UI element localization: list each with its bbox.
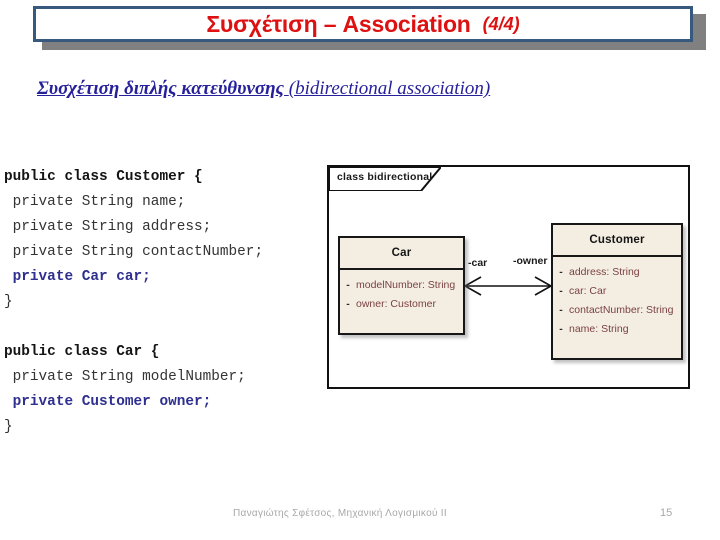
uml-class-customer-attributes: - address: String - car: Car - contactNumber:… xyxy=(553,257,681,345)
code-line: private String address; xyxy=(4,219,212,235)
uml-attribute-visibility: - xyxy=(559,285,563,297)
code-line: private String name; xyxy=(4,194,186,210)
code-line: public class Car { xyxy=(4,344,160,360)
code-line: private Car car; xyxy=(4,269,151,285)
uml-frame-label: class bidirectional xyxy=(337,171,433,183)
title-slide-counter: (4/4) xyxy=(482,13,520,34)
uml-class-car-name: Car xyxy=(340,238,463,270)
title-banner: Συσχέτιση – Association (4/4) xyxy=(33,6,693,42)
uml-attribute-text: contactNumber: String xyxy=(569,304,674,316)
uml-attribute-visibility: - xyxy=(346,298,350,310)
java-code-listing: public class Customer { private String n… xyxy=(4,165,324,440)
code-line: private String contactNumber; xyxy=(4,244,264,260)
uml-attribute-row: - address: String xyxy=(553,263,681,282)
uml-attribute-row: - owner: Customer xyxy=(340,295,463,314)
uml-attribute-visibility: - xyxy=(559,304,563,316)
footer-author-course: Παναγιώτης Σφέτσος, Μηχανική Λογισμικού … xyxy=(233,508,447,519)
uml-attribute-text: name: String xyxy=(569,323,629,335)
uml-attribute-text: car: Car xyxy=(569,285,607,297)
subtitle-english: (bidirectional association) xyxy=(288,78,491,99)
uml-attribute-row: - contactNumber: String xyxy=(553,301,681,320)
code-line: public class Customer { xyxy=(4,169,203,185)
uml-attribute-text: modelNumber: String xyxy=(356,279,456,291)
uml-attribute-text: owner: Customer xyxy=(356,298,436,310)
uml-class-customer-name: Customer xyxy=(553,225,681,257)
uml-attribute-row: - name: String xyxy=(553,320,681,339)
subtitle-greek: Συσχέτιση διπλής κατεύθυνσης xyxy=(37,78,285,99)
uml-frame-tab: class bidirectional xyxy=(329,167,441,191)
uml-attribute-row: - car: Car xyxy=(553,282,681,301)
page-title: Συσχέτιση – Association xyxy=(206,10,471,37)
uml-attribute-row: - modelNumber: String xyxy=(340,276,463,295)
code-line: private Customer owner; xyxy=(4,394,212,410)
section-subtitle: Συσχέτιση διπλής κατεύθυνσης (bidirectio… xyxy=(37,78,490,100)
uml-class-car-attributes: - modelNumber: String - owner: Customer xyxy=(340,270,463,320)
footer-page-number: 15 xyxy=(660,507,673,519)
uml-attribute-text: address: String xyxy=(569,266,640,278)
code-line: private String modelNumber; xyxy=(4,369,246,385)
uml-attribute-visibility: - xyxy=(346,279,350,291)
uml-diagram-frame: class bidirectional -car -owner Car - mod… xyxy=(327,165,690,389)
uml-attribute-visibility: - xyxy=(559,266,563,278)
uml-attribute-visibility: - xyxy=(559,323,563,335)
code-line: } xyxy=(4,419,13,435)
uml-class-customer[interactable]: Customer - address: String - car: Car - conta… xyxy=(551,223,683,360)
association-role-car: -car xyxy=(468,257,488,269)
code-line: } xyxy=(4,294,13,310)
uml-class-car[interactable]: Car - modelNumber: String - owner: Customer xyxy=(338,236,465,335)
association-role-owner: -owner xyxy=(513,255,548,267)
